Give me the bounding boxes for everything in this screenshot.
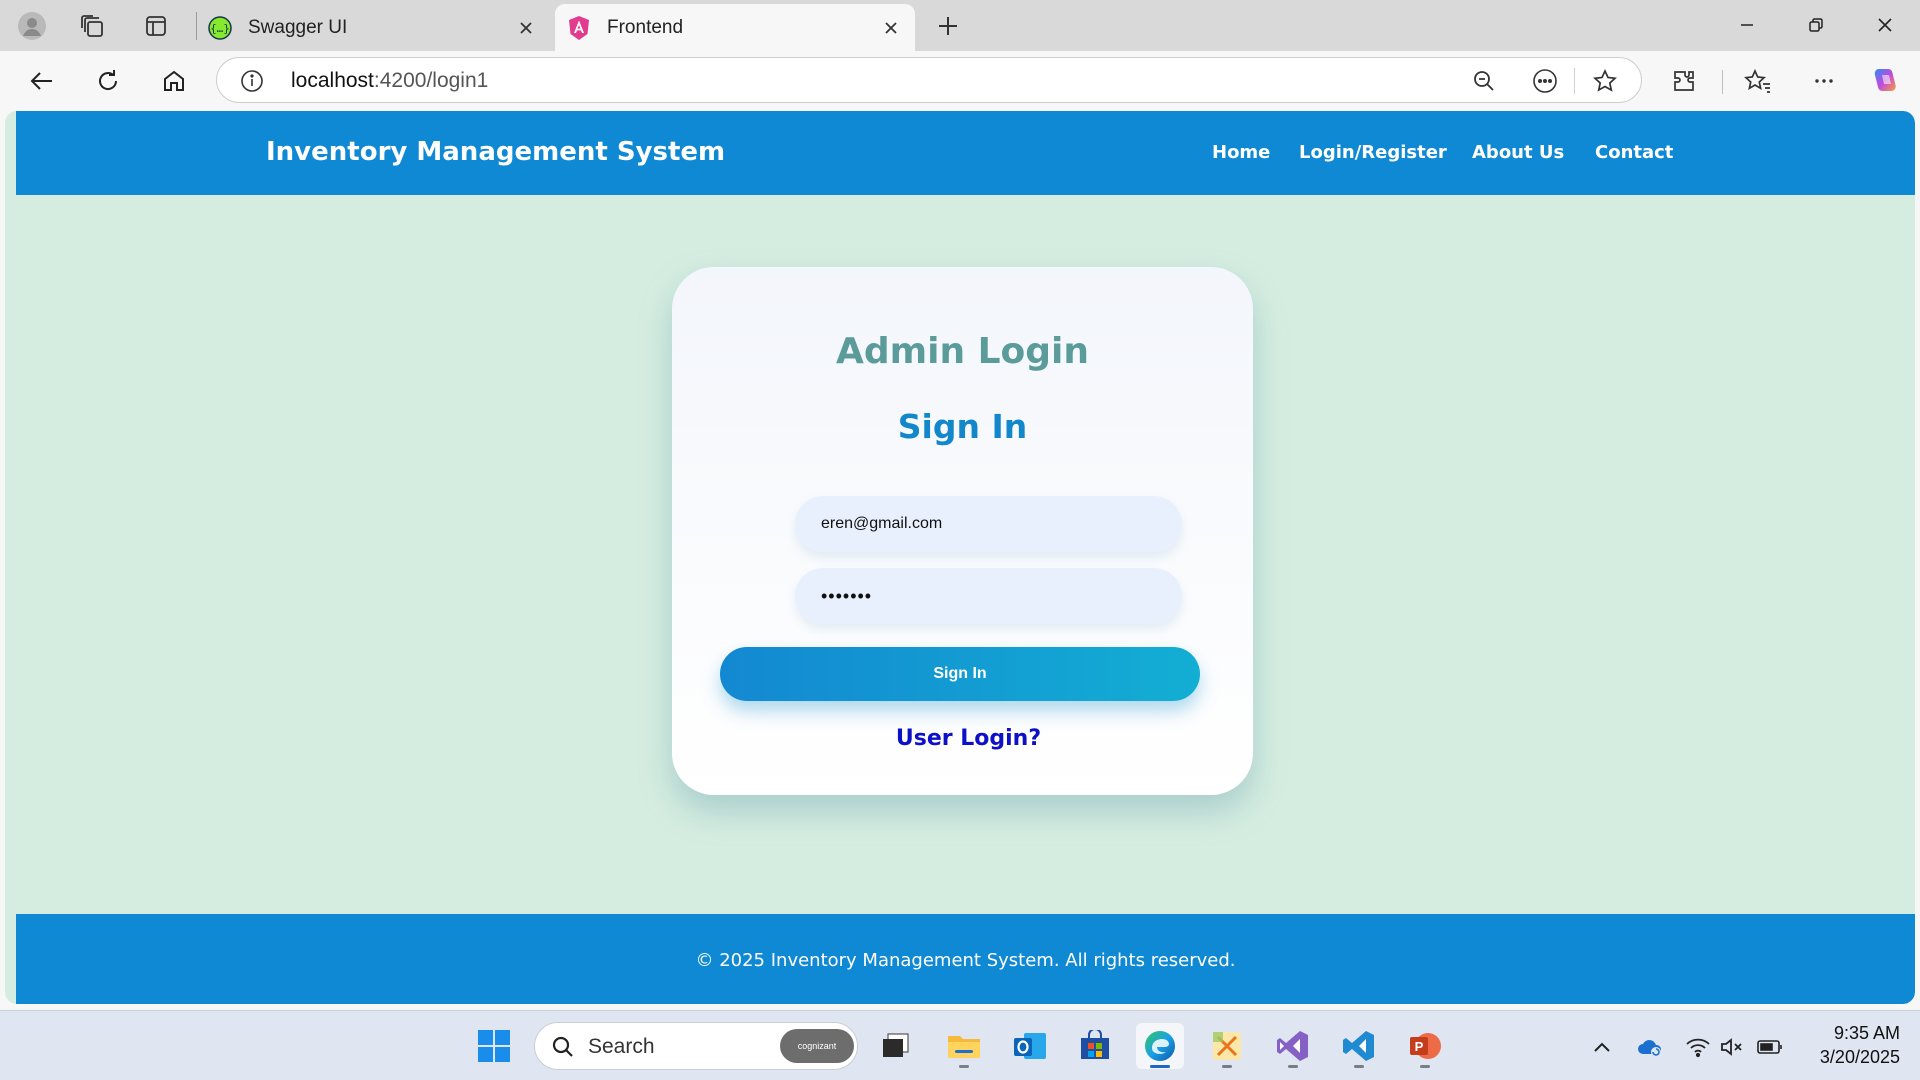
password-field[interactable]	[795, 568, 1182, 624]
browser-viewport: Inventory Management System Home Login/R…	[0, 111, 1920, 1010]
site-footer: © 2025 Inventory Management System. All …	[16, 914, 1915, 1004]
zoom-out-icon[interactable]	[1470, 67, 1498, 95]
snipping-tool-icon[interactable]	[1203, 1023, 1251, 1069]
close-icon[interactable]	[877, 14, 905, 42]
system-clock[interactable]: 9:35 AM 3/20/2025	[1800, 1021, 1900, 1069]
browser-toolbar: localhost:4200/login1	[0, 51, 1920, 111]
clock-time: 9:35 AM	[1833, 1023, 1900, 1043]
close-icon[interactable]	[512, 14, 540, 42]
page-body: Inventory Management System Home Login/R…	[5, 111, 1915, 1004]
favorites-icon[interactable]	[1738, 61, 1778, 101]
address-bar[interactable]: localhost:4200/login1	[216, 57, 1642, 103]
divider	[1574, 68, 1575, 94]
login-card: Admin Login Sign In Sign In User Login?	[672, 267, 1253, 795]
search-label: Search	[588, 1035, 655, 1058]
more-options-icon[interactable]	[1804, 61, 1844, 101]
site-header: Inventory Management System Home Login/R…	[16, 111, 1915, 195]
sign-in-button[interactable]: Sign In	[720, 647, 1200, 701]
visual-studio-icon[interactable]	[1269, 1023, 1317, 1069]
profile-avatar-icon[interactable]	[14, 8, 50, 44]
nav-link-home[interactable]: Home	[1212, 142, 1270, 163]
favorite-star-icon[interactable]	[1591, 67, 1619, 95]
read-aloud-icon[interactable]	[1531, 67, 1559, 95]
url-host: localhost	[291, 69, 374, 92]
angular-icon	[567, 15, 591, 40]
tab-title: Swagger UI	[248, 16, 348, 38]
workspaces-icon[interactable]	[74, 8, 110, 44]
tab-frontend[interactable]: Frontend	[555, 4, 915, 51]
user-login-link[interactable]: User Login?	[672, 726, 1253, 751]
clock-date: 3/20/2025	[1819, 1047, 1900, 1067]
url-path: :4200/login1	[373, 69, 489, 92]
task-view-icon[interactable]	[872, 1023, 920, 1069]
tab-swagger-ui[interactable]: {…} Swagger UI	[196, 4, 550, 51]
windows-taskbar: Search cognizant P 9:35 AM 3/20/2025	[0, 1010, 1920, 1080]
nav-link-contact[interactable]: Contact	[1595, 142, 1673, 163]
copilot-icon[interactable]	[1866, 61, 1906, 101]
windows-start-icon[interactable]	[470, 1023, 518, 1069]
tab-title: Frontend	[607, 16, 684, 38]
powerpoint-icon[interactable]: P	[1401, 1023, 1449, 1069]
restore-button[interactable]	[1793, 6, 1839, 44]
running-indicator	[1420, 1065, 1430, 1068]
reload-button[interactable]	[88, 61, 128, 101]
site-info-icon[interactable]	[239, 68, 265, 94]
url-text[interactable]: localhost:4200/login1	[291, 69, 488, 93]
vertical-tabs-icon[interactable]	[138, 8, 174, 44]
taskbar-search[interactable]: Search cognizant	[534, 1022, 858, 1070]
wifi-icon[interactable]	[1684, 1033, 1712, 1061]
running-indicator	[1222, 1065, 1232, 1068]
volume-muted-icon[interactable]	[1718, 1033, 1746, 1061]
onedrive-icon[interactable]	[1636, 1033, 1664, 1061]
svg-text:{…}: {…}	[210, 22, 230, 35]
site-brand[interactable]: Inventory Management System	[266, 137, 725, 167]
nav-link-login-register[interactable]: Login/Register	[1299, 142, 1447, 163]
login-title: Admin Login	[835, 331, 1090, 372]
edge-icon[interactable]	[1136, 1023, 1184, 1069]
extensions-icon[interactable]	[1664, 61, 1704, 101]
home-button[interactable]	[154, 61, 194, 101]
show-hidden-icons-chevron-up-icon[interactable]	[1588, 1033, 1616, 1061]
microsoft-store-icon[interactable]	[1071, 1023, 1119, 1069]
search-badge: cognizant	[780, 1029, 854, 1063]
svg-text:P: P	[1415, 1039, 1424, 1054]
email-field[interactable]	[795, 496, 1182, 552]
running-indicator	[1354, 1065, 1364, 1068]
outlook-icon[interactable]	[1006, 1023, 1054, 1069]
swagger-icon: {…}	[208, 15, 232, 40]
nav-link-about-us[interactable]: About Us	[1472, 142, 1564, 163]
divider	[1722, 70, 1723, 94]
running-indicator	[959, 1065, 969, 1068]
minimize-button[interactable]	[1724, 6, 1770, 44]
file-explorer-icon[interactable]	[940, 1023, 988, 1069]
login-subtitle: Sign In	[897, 407, 1028, 446]
close-window-button[interactable]	[1862, 6, 1908, 44]
running-indicator	[1288, 1065, 1298, 1068]
footer-copyright: © 2025 Inventory Management System. All …	[695, 950, 1236, 971]
back-button[interactable]	[22, 61, 62, 101]
browser-tab-strip: {…} Swagger UI Frontend	[0, 0, 1920, 51]
vscode-icon[interactable]	[1335, 1023, 1383, 1069]
new-tab-button[interactable]	[930, 8, 966, 44]
running-indicator	[1150, 1065, 1170, 1068]
search-icon	[549, 1033, 577, 1061]
battery-icon[interactable]	[1756, 1033, 1784, 1061]
